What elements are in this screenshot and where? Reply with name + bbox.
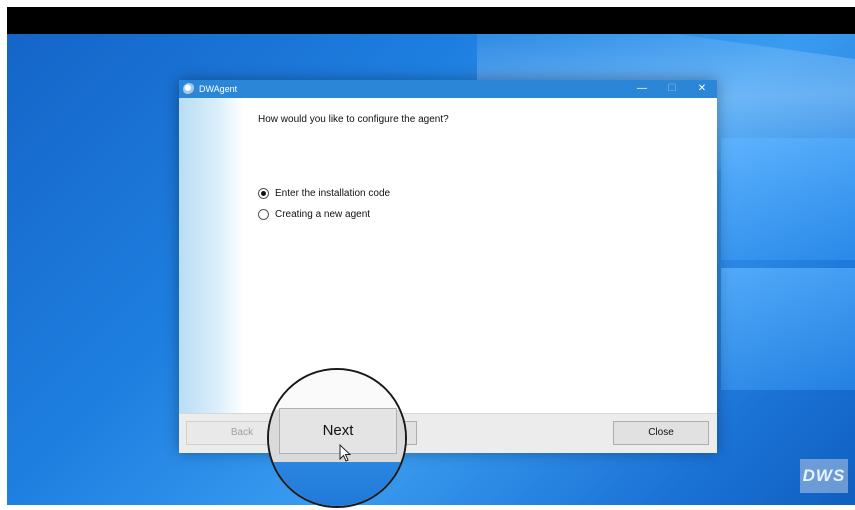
maximize-button[interactable]: ☐ <box>657 80 687 98</box>
next-button-zoomed[interactable]: Next <box>279 408 397 454</box>
close-window-button[interactable]: ✕ <box>687 80 717 98</box>
wallpaper-window-pane <box>721 268 855 390</box>
magnifier-callout: Next <box>267 368 407 508</box>
option-new-agent[interactable]: Creating a new agent <box>258 209 370 220</box>
watermark-logo: DWS <box>800 459 848 493</box>
option-installation-code[interactable]: Enter the installation code <box>258 188 390 199</box>
configure-question: How would you like to configure the agen… <box>258 114 449 125</box>
option-label: Enter the installation code <box>275 188 391 199</box>
minimize-button[interactable]: — <box>627 80 657 98</box>
radio-button-selected[interactable] <box>258 188 269 199</box>
title-bar[interactable]: DWAgent — ☐ ✕ <box>179 80 717 98</box>
mouse-pointer-icon <box>339 443 352 462</box>
window-title: DWAgent <box>199 84 238 94</box>
left-border <box>0 0 7 510</box>
dwagent-window: DWAgent — ☐ ✕ How would you like to conf… <box>179 80 717 453</box>
button-bar: Back Next Close <box>179 413 717 453</box>
wallpaper-window-pane <box>721 138 855 260</box>
top-black-bar <box>7 7 855 34</box>
bottom-border <box>0 505 855 510</box>
wizard-sidebar <box>179 98 244 413</box>
dwagent-app-icon <box>183 83 195 95</box>
radio-button[interactable] <box>258 209 269 220</box>
option-label: Creating a new agent <box>275 209 371 220</box>
close-button[interactable]: Close <box>613 421 709 445</box>
wizard-content: How would you like to configure the agen… <box>244 98 717 413</box>
